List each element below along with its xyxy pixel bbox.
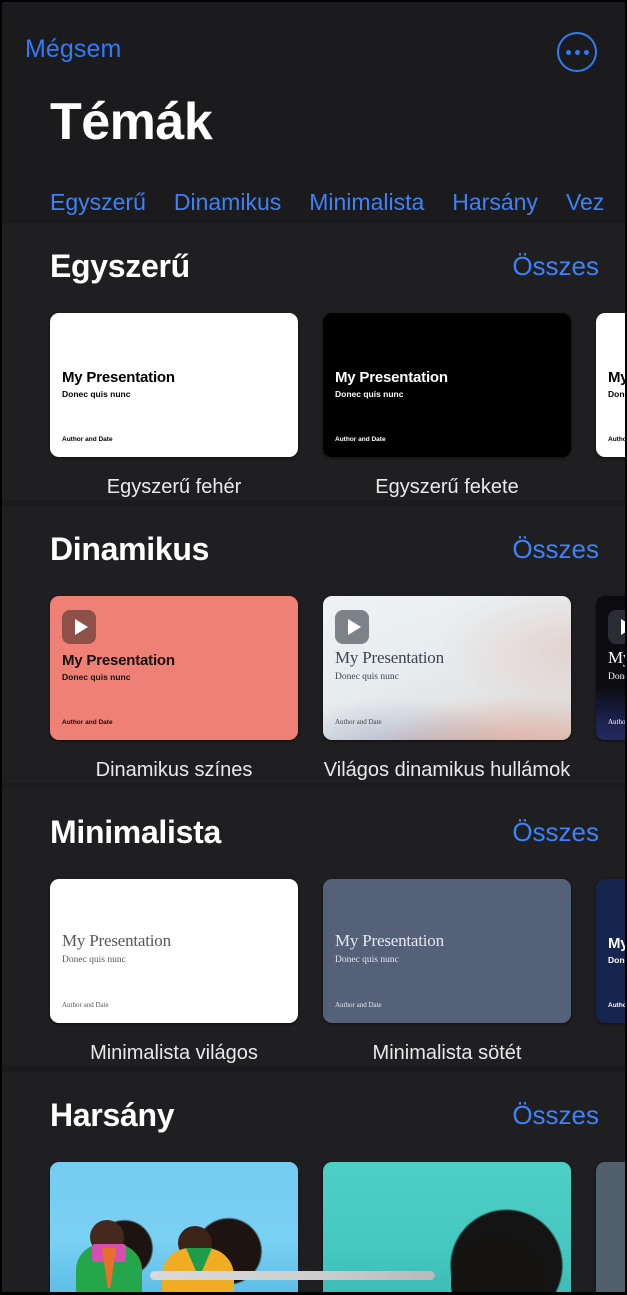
slide-preview: My Presentation Donec quis nunc Author and…	[323, 596, 571, 740]
theme-cell[interactable]: My Presentation Donec quis nunc Author and…	[50, 313, 298, 500]
slide-preview: My PresentationDonec quis nuncAuthor and…	[596, 879, 627, 1023]
slide-author: Author and Date	[335, 718, 382, 726]
theme-cell[interactable]: My Presentation Donec quis nunc Author and…	[323, 313, 571, 500]
slide-title: My Presentation	[62, 931, 171, 950]
figure-hair	[451, 1236, 543, 1295]
slide-preview: My PresentationDonec quis nuncAuthor and…	[596, 313, 627, 457]
section-header: Harsány Összes	[0, 1094, 627, 1140]
slide-preview: My Presentation Donec quis nunc Author and…	[50, 596, 298, 740]
theme-section: Minimalista Összes My Presentation Donec qu…	[0, 789, 627, 1066]
horizontal-scroll-indicator[interactable]	[150, 1271, 435, 1280]
slide-title: My Presentation	[335, 648, 444, 667]
theme-thumbnail[interactable]: My Presentation Donec quis nunc Author and…	[323, 879, 571, 1023]
themes-picker-screen: Mégsem Témák Egyszerű Dinamikus Minimalist…	[0, 0, 627, 1295]
dot	[583, 49, 589, 55]
theme-section: HarsányÖsszesAUTHOR AND DATE	[0, 1072, 627, 1295]
slide-subtitle: Donec quis nunc	[335, 955, 399, 965]
tab-2[interactable]: Minimalista	[309, 189, 424, 216]
slide-author: Author and Date	[62, 1001, 109, 1009]
slide-preview: My Presentation Donec quis nunc Author and…	[50, 879, 298, 1023]
theme-row[interactable]: My Presentation Donec quis nunc Author and…	[0, 291, 627, 500]
page-title: Témák	[50, 93, 213, 151]
navigation-bar: Mégsem	[0, 0, 627, 92]
theme-cell[interactable]: My PresentationDonec quis nuncAuthor and…	[596, 879, 627, 1066]
slide-subtitle: Donec quis nunc	[62, 955, 126, 965]
theme-caption: Minimalista világos	[90, 1042, 258, 1064]
category-tab-strip[interactable]: Egyszerű Dinamikus Minimalista Harsány Vez	[0, 181, 627, 223]
theme-caption: Egyszerű fekete	[375, 476, 519, 498]
slide-title: My Presentation	[335, 369, 448, 386]
see-all-button[interactable]: Összes	[512, 811, 599, 853]
theme-section: Dinamikus Összes My Presentation Donec quis…	[0, 506, 627, 783]
tab-0[interactable]: Egyszerű	[50, 189, 146, 216]
cancel-button[interactable]: Mégsem	[25, 35, 121, 64]
slide-preview: My Presentation Donec quis nunc Author and…	[50, 313, 298, 457]
slide-author: Author and Date	[62, 719, 113, 726]
see-all-button[interactable]: Összes	[512, 245, 599, 287]
slide-title: My Presentation	[62, 369, 175, 386]
tab-4[interactable]: Vez	[566, 189, 604, 216]
see-all-button[interactable]: Összes	[512, 528, 599, 570]
slide-preview: My Presentation Donec quis nunc Author and…	[323, 879, 571, 1023]
theme-section: Egyszerű Összes My Presentation Donec quis …	[0, 223, 627, 500]
dot	[574, 49, 580, 55]
theme-caption: Világos dinamikus hullámok	[323, 759, 571, 781]
theme-cell[interactable]: My Presentation Donec quis nunc Author and…	[323, 596, 571, 783]
theme-thumbnail[interactable]: My Presentation Donec quis nunc Author and…	[50, 596, 298, 740]
theme-cell[interactable]: My Presentation Donec quis nunc Author and…	[50, 879, 298, 1066]
theme-thumbnail[interactable]: My PresentationDonec quis nuncAuthor and…	[596, 313, 627, 457]
theme-thumbnail[interactable]: My Presentation Donec quis nunc Author and…	[50, 879, 298, 1023]
theme-cell[interactable]	[596, 1162, 627, 1295]
slide-author: Author and Date	[62, 436, 113, 443]
section-header: Dinamikus Összes	[0, 528, 627, 574]
slide-subtitle: Donec quis nunc	[335, 672, 399, 682]
slide-author: Author and Date	[335, 1001, 382, 1009]
theme-caption: Egyszerű fehér	[106, 476, 242, 498]
slide-subtitle: Donec quis nunc	[62, 389, 131, 399]
dot	[565, 49, 571, 55]
photo-preview	[596, 1162, 627, 1295]
theme-caption: Dinamikus színes	[95, 759, 253, 781]
frame-left	[0, 0, 2, 1295]
theme-row[interactable]: My Presentation Donec quis nunc Author and…	[0, 574, 627, 783]
theme-caption: Minimalista sötét	[372, 1042, 522, 1064]
slide-title: My Presentation	[335, 931, 444, 950]
play-icon	[335, 610, 369, 644]
theme-thumbnail[interactable]	[596, 1162, 627, 1295]
slide-preview: My PresentationDonec quis nuncAuthor and…	[596, 596, 627, 740]
slide-subtitle: Donec quis nunc	[62, 672, 131, 682]
theme-cell[interactable]: My Presentation Donec quis nunc Author and…	[50, 596, 298, 783]
theme-thumbnail[interactable]: My PresentationDonec quis nuncAuthor and…	[596, 879, 627, 1023]
slide-title: My Presentation	[62, 652, 175, 669]
section-header: Minimalista Összes	[0, 811, 627, 857]
slide-author: Author and Date	[335, 436, 386, 443]
frame-top	[0, 0, 627, 2]
theme-thumbnail[interactable]: My Presentation Donec quis nunc Author and…	[323, 313, 571, 457]
slide-subtitle: Donec quis nunc	[335, 389, 404, 399]
theme-thumbnail[interactable]: My Presentation Donec quis nunc Author and…	[50, 313, 298, 457]
tab-3[interactable]: Harsány	[452, 189, 538, 216]
play-icon	[62, 610, 96, 644]
theme-thumbnail[interactable]: My Presentation Donec quis nunc Author and…	[323, 596, 571, 740]
section-header: Egyszerű Összes	[0, 245, 627, 291]
theme-row[interactable]: My Presentation Donec quis nunc Author and…	[0, 857, 627, 1066]
tab-1[interactable]: Dinamikus	[174, 189, 281, 216]
slide-preview: My Presentation Donec quis nunc Author and…	[323, 313, 571, 457]
theme-cell[interactable]: My PresentationDonec quis nuncAuthor and…	[596, 313, 627, 500]
ellipsis-circle-icon[interactable]	[557, 32, 597, 72]
see-all-button[interactable]: Összes	[512, 1094, 599, 1136]
theme-cell[interactable]: My Presentation Donec quis nunc Author and…	[323, 879, 571, 1066]
theme-thumbnail[interactable]: My PresentationDonec quis nuncAuthor and…	[596, 596, 627, 740]
theme-sections: Egyszerű Összes My Presentation Donec quis …	[0, 223, 627, 1295]
theme-cell[interactable]: My PresentationDonec quis nuncAuthor and…	[596, 596, 627, 783]
